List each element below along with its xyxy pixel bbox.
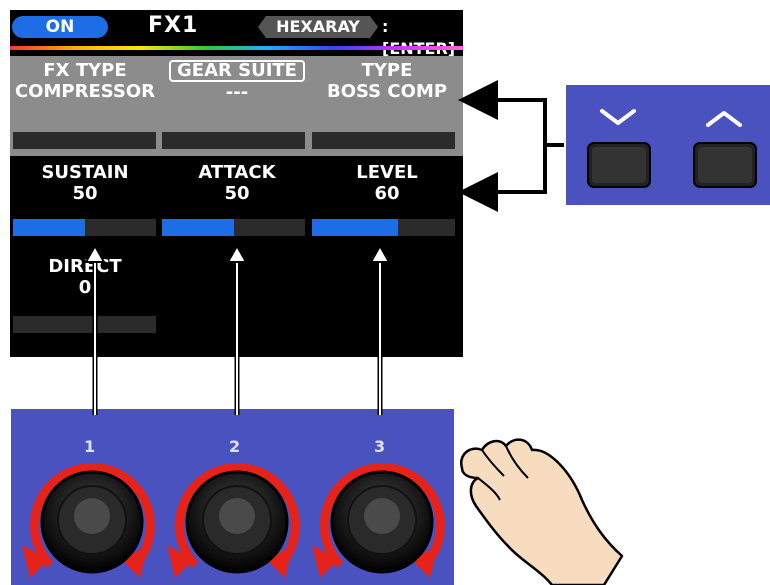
knob-3-arrow [369,243,391,415]
knob-2[interactable] [167,463,300,578]
hand-icon [459,438,624,585]
knob-1[interactable] [22,463,155,578]
knob-2-arrow [226,243,248,415]
knob-3[interactable] [312,463,445,578]
knob-1-arrow [84,243,106,415]
knob-graphics [22,243,624,585]
